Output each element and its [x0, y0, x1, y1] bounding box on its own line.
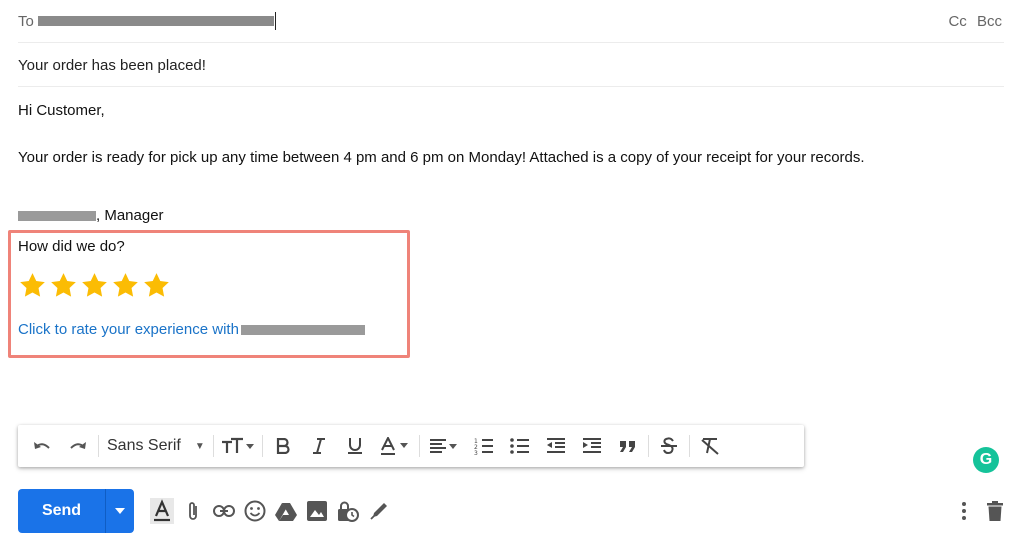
- signature-title: , Manager: [96, 207, 164, 224]
- lock-clock-icon: [337, 501, 359, 522]
- text-color-button[interactable]: [373, 430, 417, 462]
- send-options-button[interactable]: [105, 489, 134, 533]
- italic-icon: [312, 438, 325, 454]
- text-size-icon: [221, 437, 254, 453]
- formatting-toolbar: Sans Serif ▼ 123: [18, 425, 804, 467]
- indent-more-icon: [582, 438, 601, 453]
- indent-less-icon: [546, 438, 565, 453]
- google-drive-icon: [274, 502, 297, 521]
- underline-icon: [347, 438, 362, 454]
- toolbar-separator: [418, 435, 420, 457]
- grammarly-icon[interactable]: G: [973, 447, 999, 473]
- star-icon[interactable]: [142, 271, 171, 300]
- compose-actions: [146, 497, 394, 525]
- text-formatting-icon: [149, 498, 174, 524]
- bcc-link[interactable]: Bcc: [977, 13, 1002, 30]
- strikethrough-button[interactable]: [651, 430, 687, 462]
- trash-icon: [987, 501, 1003, 521]
- attach-files-button[interactable]: [177, 497, 208, 525]
- email-message: Your order is ready for pick up any time…: [18, 149, 865, 166]
- send-button[interactable]: Send: [18, 489, 105, 533]
- indent-less-button[interactable]: [538, 430, 574, 462]
- italic-button[interactable]: [301, 430, 337, 462]
- quote-button[interactable]: [610, 430, 646, 462]
- remove-formatting-icon: [701, 438, 719, 455]
- numbered-list-button[interactable]: 123: [466, 430, 502, 462]
- star-rating[interactable]: [18, 271, 171, 300]
- rate-experience-link[interactable]: Click to rate your experience with: [18, 321, 365, 338]
- remove-formatting-button[interactable]: [692, 430, 728, 462]
- toolbar-separator: [261, 435, 263, 457]
- signature-name-redacted: [18, 211, 96, 222]
- more-vert-icon: [962, 502, 966, 520]
- more-options-button[interactable]: [954, 497, 974, 525]
- business-name-redacted: [240, 325, 365, 336]
- font-family-value: Sans Serif: [107, 437, 181, 454]
- rate-link-text: Click to rate your experience with: [18, 321, 239, 338]
- insert-signature-button[interactable]: [363, 497, 394, 525]
- undo-button[interactable]: [24, 430, 60, 462]
- link-icon: [212, 505, 235, 517]
- discard-draft-button[interactable]: [984, 497, 1006, 525]
- align-icon: [429, 439, 457, 453]
- redo-icon: [70, 442, 86, 449]
- bold-button[interactable]: [265, 430, 301, 462]
- undo-icon: [34, 442, 50, 449]
- insert-link-button[interactable]: [208, 497, 239, 525]
- photo-icon: [306, 501, 327, 521]
- chevron-down-icon: ▼: [194, 440, 205, 452]
- insert-photo-button[interactable]: [301, 497, 332, 525]
- pen-icon: [369, 503, 387, 520]
- text-size-button[interactable]: [216, 430, 260, 462]
- cc-bcc-links: Cc Bcc: [948, 13, 1002, 30]
- toolbar-separator: [647, 435, 649, 457]
- numbered-list-icon: 123: [474, 438, 493, 455]
- star-icon[interactable]: [80, 271, 109, 300]
- recipient-email-redacted: [37, 16, 274, 26]
- font-family-select[interactable]: Sans Serif ▼: [101, 430, 211, 462]
- quote-icon: [619, 441, 635, 452]
- to-label: To: [18, 12, 34, 30]
- chevron-down-icon: [115, 508, 125, 514]
- subject-field[interactable]: Your order has been placed!: [18, 44, 1004, 87]
- star-icon[interactable]: [49, 271, 78, 300]
- text-cursor: [274, 12, 276, 30]
- star-icon[interactable]: [18, 271, 47, 300]
- bulleted-list-icon: [509, 438, 529, 454]
- cc-link[interactable]: Cc: [948, 13, 966, 30]
- emoji-icon: [244, 500, 265, 522]
- toolbar-separator: [688, 435, 690, 457]
- rating-widget: How did we do? Click to rate your experi…: [8, 230, 410, 358]
- indent-more-button[interactable]: [574, 430, 610, 462]
- email-signature: , Manager: [18, 207, 164, 224]
- align-button[interactable]: [422, 430, 466, 462]
- svg-text:3: 3: [474, 450, 478, 455]
- toolbar-separator: [212, 435, 214, 457]
- toolbar-separator: [98, 435, 99, 457]
- insert-emoji-button[interactable]: [239, 497, 270, 525]
- send-group: Send: [18, 489, 134, 533]
- bold-icon: [276, 438, 290, 454]
- to-row[interactable]: To Cc Bcc: [18, 0, 1004, 43]
- insert-drive-button[interactable]: [270, 497, 301, 525]
- formatting-options-button[interactable]: [146, 497, 177, 525]
- paperclip-icon: [188, 502, 197, 520]
- text-color-icon: [380, 437, 408, 455]
- confidential-mode-button[interactable]: [332, 497, 363, 525]
- underline-button[interactable]: [337, 430, 373, 462]
- compose-right-actions: [954, 497, 1006, 525]
- bulleted-list-button[interactable]: [502, 430, 538, 462]
- rating-question: How did we do?: [18, 238, 125, 255]
- email-greeting: Hi Customer,: [18, 102, 105, 119]
- strikethrough-icon: [660, 437, 677, 455]
- redo-button[interactable]: [60, 430, 96, 462]
- star-icon[interactable]: [111, 271, 140, 300]
